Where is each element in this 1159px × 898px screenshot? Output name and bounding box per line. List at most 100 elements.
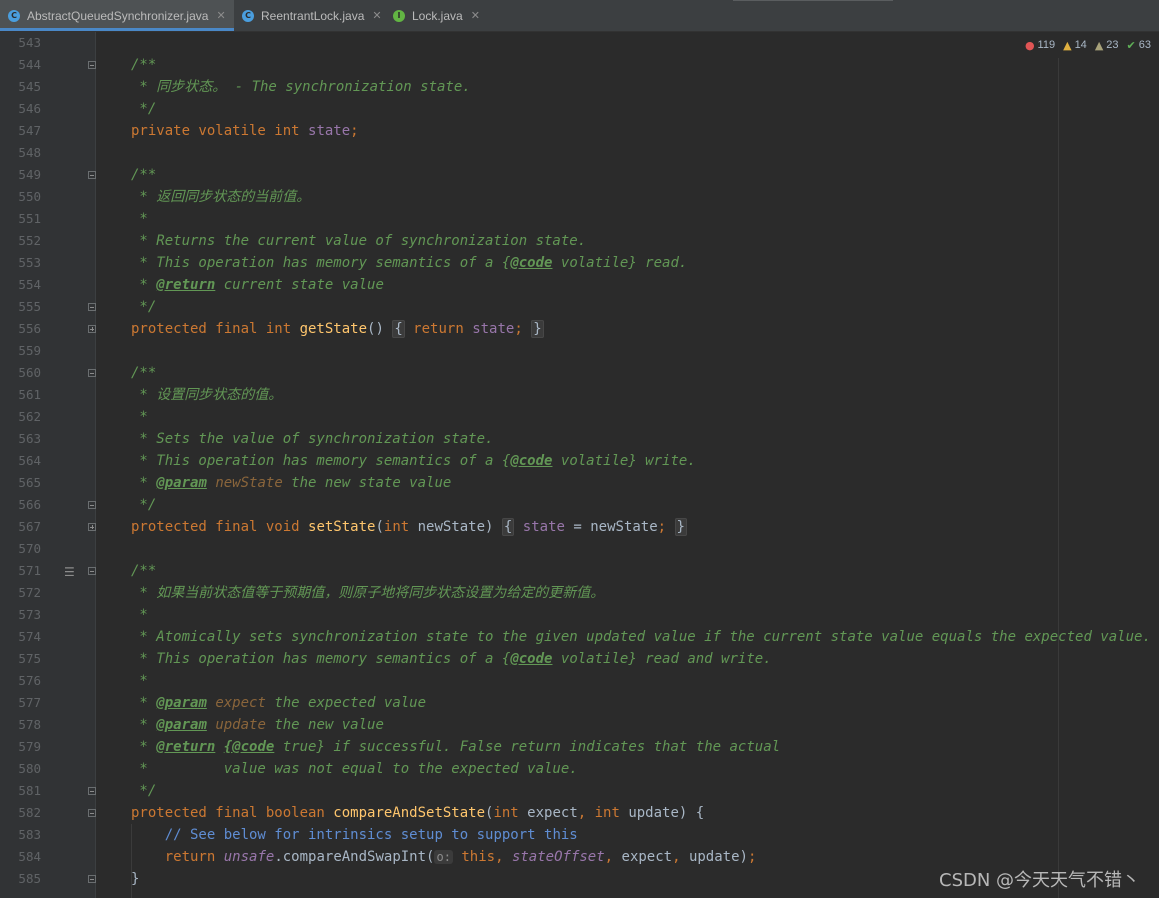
file-tab[interactable]: C AbstractQueuedSynchronizer.java ✕ — [0, 0, 234, 31]
code-line[interactable]: 562 * — [0, 406, 1159, 428]
collapse-fold-icon[interactable] — [88, 369, 96, 377]
line-number[interactable]: 544 — [0, 57, 41, 72]
line-number[interactable]: 545 — [0, 79, 41, 94]
code-line[interactable]: 576 * — [0, 670, 1159, 692]
line-number[interactable]: 552 — [0, 233, 41, 248]
collapse-fold-icon[interactable] — [88, 787, 96, 795]
code-token[interactable]: { — [501, 518, 515, 536]
weak-warning-count[interactable]: ▲ 23 — [1095, 39, 1119, 52]
code-line[interactable]: 583 // See below for intrinsics setup to… — [0, 824, 1159, 846]
code-line[interactable]: 559 — [0, 340, 1159, 362]
code-line[interactable]: 550 * 返回同步状态的当前值。 — [0, 186, 1159, 208]
code-line[interactable]: 556 protected final int getState() { retu… — [0, 318, 1159, 340]
line-number[interactable]: 565 — [0, 475, 41, 490]
code-line[interactable]: 547 private volatile int state; — [0, 120, 1159, 142]
code-line[interactable]: 552 * Returns the current value of synch… — [0, 230, 1159, 252]
code-line[interactable]: 546 */ — [0, 98, 1159, 120]
collapse-fold-icon[interactable] — [88, 875, 96, 883]
line-number[interactable]: 560 — [0, 365, 41, 380]
code-line[interactable]: 564 * This operation has memory semantic… — [0, 450, 1159, 472]
code-line[interactable]: 573 * — [0, 604, 1159, 626]
code-line[interactable]: 584 return unsafe.compareAndSwapInt(o: t… — [0, 846, 1159, 868]
collapse-fold-icon[interactable] — [88, 567, 96, 575]
error-count[interactable]: ● 119 — [1025, 39, 1055, 52]
line-number[interactable]: 546 — [0, 101, 41, 116]
line-number[interactable]: 580 — [0, 761, 41, 776]
code-line[interactable]: 561 * 设置同步状态的值。 — [0, 384, 1159, 406]
line-number[interactable]: 563 — [0, 431, 41, 446]
file-tab[interactable]: C ReentrantLock.java ✕ — [234, 0, 385, 31]
code-line[interactable]: 560 /** — [0, 362, 1159, 384]
line-number[interactable]: 567 — [0, 519, 41, 534]
code-token[interactable]: } — [531, 320, 544, 338]
line-number[interactable]: 570 — [0, 541, 41, 556]
collapse-fold-icon[interactable] — [88, 61, 96, 69]
code-line[interactable]: 554 * @return current state value — [0, 274, 1159, 296]
code-line[interactable]: 565 * @param newState the new state valu… — [0, 472, 1159, 494]
doc-render-icon[interactable]: ☰ — [64, 565, 75, 579]
code-line[interactable]: 572 * 如果当前状态值等于预期值，则原子地将同步状态设置为给定的更新值。 — [0, 582, 1159, 604]
code-line[interactable]: 567 protected final void setState(int new… — [0, 516, 1159, 538]
line-number[interactable]: 554 — [0, 277, 41, 292]
code-line[interactable]: 579 * @return {@code true} if successful… — [0, 736, 1159, 758]
line-number[interactable]: 585 — [0, 871, 41, 886]
line-number[interactable]: 550 — [0, 189, 41, 204]
close-icon[interactable]: ✕ — [216, 9, 225, 22]
file-tab[interactable]: I Lock.java ✕ — [385, 0, 485, 31]
line-number[interactable]: 555 — [0, 299, 41, 314]
line-number[interactable]: 583 — [0, 827, 41, 842]
code-line[interactable]: 581 */ — [0, 780, 1159, 802]
code-editor[interactable]: 543 544 /** 545 * 同步状态。 - The synchronizati… — [0, 32, 1159, 898]
code-token[interactable]: { — [392, 320, 405, 338]
code-line[interactable]: 555 */ — [0, 296, 1159, 318]
line-number[interactable]: 581 — [0, 783, 41, 798]
warning-count[interactable]: ▲ 14 — [1063, 39, 1087, 52]
line-number[interactable]: 561 — [0, 387, 41, 402]
line-number[interactable]: 572 — [0, 585, 41, 600]
line-number[interactable]: 574 — [0, 629, 41, 644]
line-number[interactable]: 566 — [0, 497, 41, 512]
code-line[interactable]: 580 * value was not equal to the expecte… — [0, 758, 1159, 780]
line-number[interactable]: 543 — [0, 35, 41, 50]
line-number[interactable]: 579 — [0, 739, 41, 754]
code-line[interactable]: 574 * Atomically sets synchronization st… — [0, 626, 1159, 648]
code-line[interactable]: 543 — [0, 32, 1159, 54]
code-line[interactable]: 553 * This operation has memory semantic… — [0, 252, 1159, 274]
code-line[interactable]: 545 * 同步状态。 - The synchronization state. — [0, 76, 1159, 98]
close-icon[interactable]: ✕ — [471, 9, 480, 22]
code-line[interactable]: 571 ☰ /** — [0, 560, 1159, 582]
line-number[interactable]: 556 — [0, 321, 41, 336]
close-icon[interactable]: ✕ — [372, 9, 381, 22]
line-number[interactable]: 551 — [0, 211, 41, 226]
line-number[interactable]: 582 — [0, 805, 41, 820]
code-line[interactable]: 566 */ — [0, 494, 1159, 516]
code-line[interactable]: 548 — [0, 142, 1159, 164]
typo-count[interactable]: ✔ 63 — [1127, 39, 1151, 52]
line-number[interactable]: 573 — [0, 607, 41, 622]
line-number[interactable]: 578 — [0, 717, 41, 732]
code-line[interactable]: 577 * @param expect the expected value — [0, 692, 1159, 714]
expand-fold-icon[interactable] — [88, 325, 96, 333]
line-number[interactable]: 559 — [0, 343, 41, 358]
code-line[interactable]: 578 * @param update the new value — [0, 714, 1159, 736]
collapse-fold-icon[interactable] — [88, 809, 96, 817]
code-line[interactable]: 563 * Sets the value of synchronization … — [0, 428, 1159, 450]
line-number[interactable]: 577 — [0, 695, 41, 710]
collapse-fold-icon[interactable] — [88, 501, 96, 509]
code-line[interactable]: 549 /** — [0, 164, 1159, 186]
code-line[interactable]: 544 /** — [0, 54, 1159, 76]
code-line[interactable]: 570 — [0, 538, 1159, 560]
expand-fold-icon[interactable] — [88, 523, 96, 531]
inspection-widget[interactable]: ● 119 ▲ 14 ▲ 23 ✔ 63 — [1024, 32, 1159, 58]
line-number[interactable]: 571 — [0, 563, 41, 578]
code-line[interactable]: 575 * This operation has memory semantic… — [0, 648, 1159, 670]
line-number[interactable]: 564 — [0, 453, 41, 468]
line-number[interactable]: 576 — [0, 673, 41, 688]
code-line[interactable]: 582 protected final boolean compareAndSet… — [0, 802, 1159, 824]
line-number[interactable]: 553 — [0, 255, 41, 270]
line-number[interactable]: 562 — [0, 409, 41, 424]
code-token[interactable]: } — [674, 518, 687, 536]
line-number[interactable]: 549 — [0, 167, 41, 182]
collapse-fold-icon[interactable] — [88, 171, 96, 179]
code-line[interactable]: 551 * — [0, 208, 1159, 230]
